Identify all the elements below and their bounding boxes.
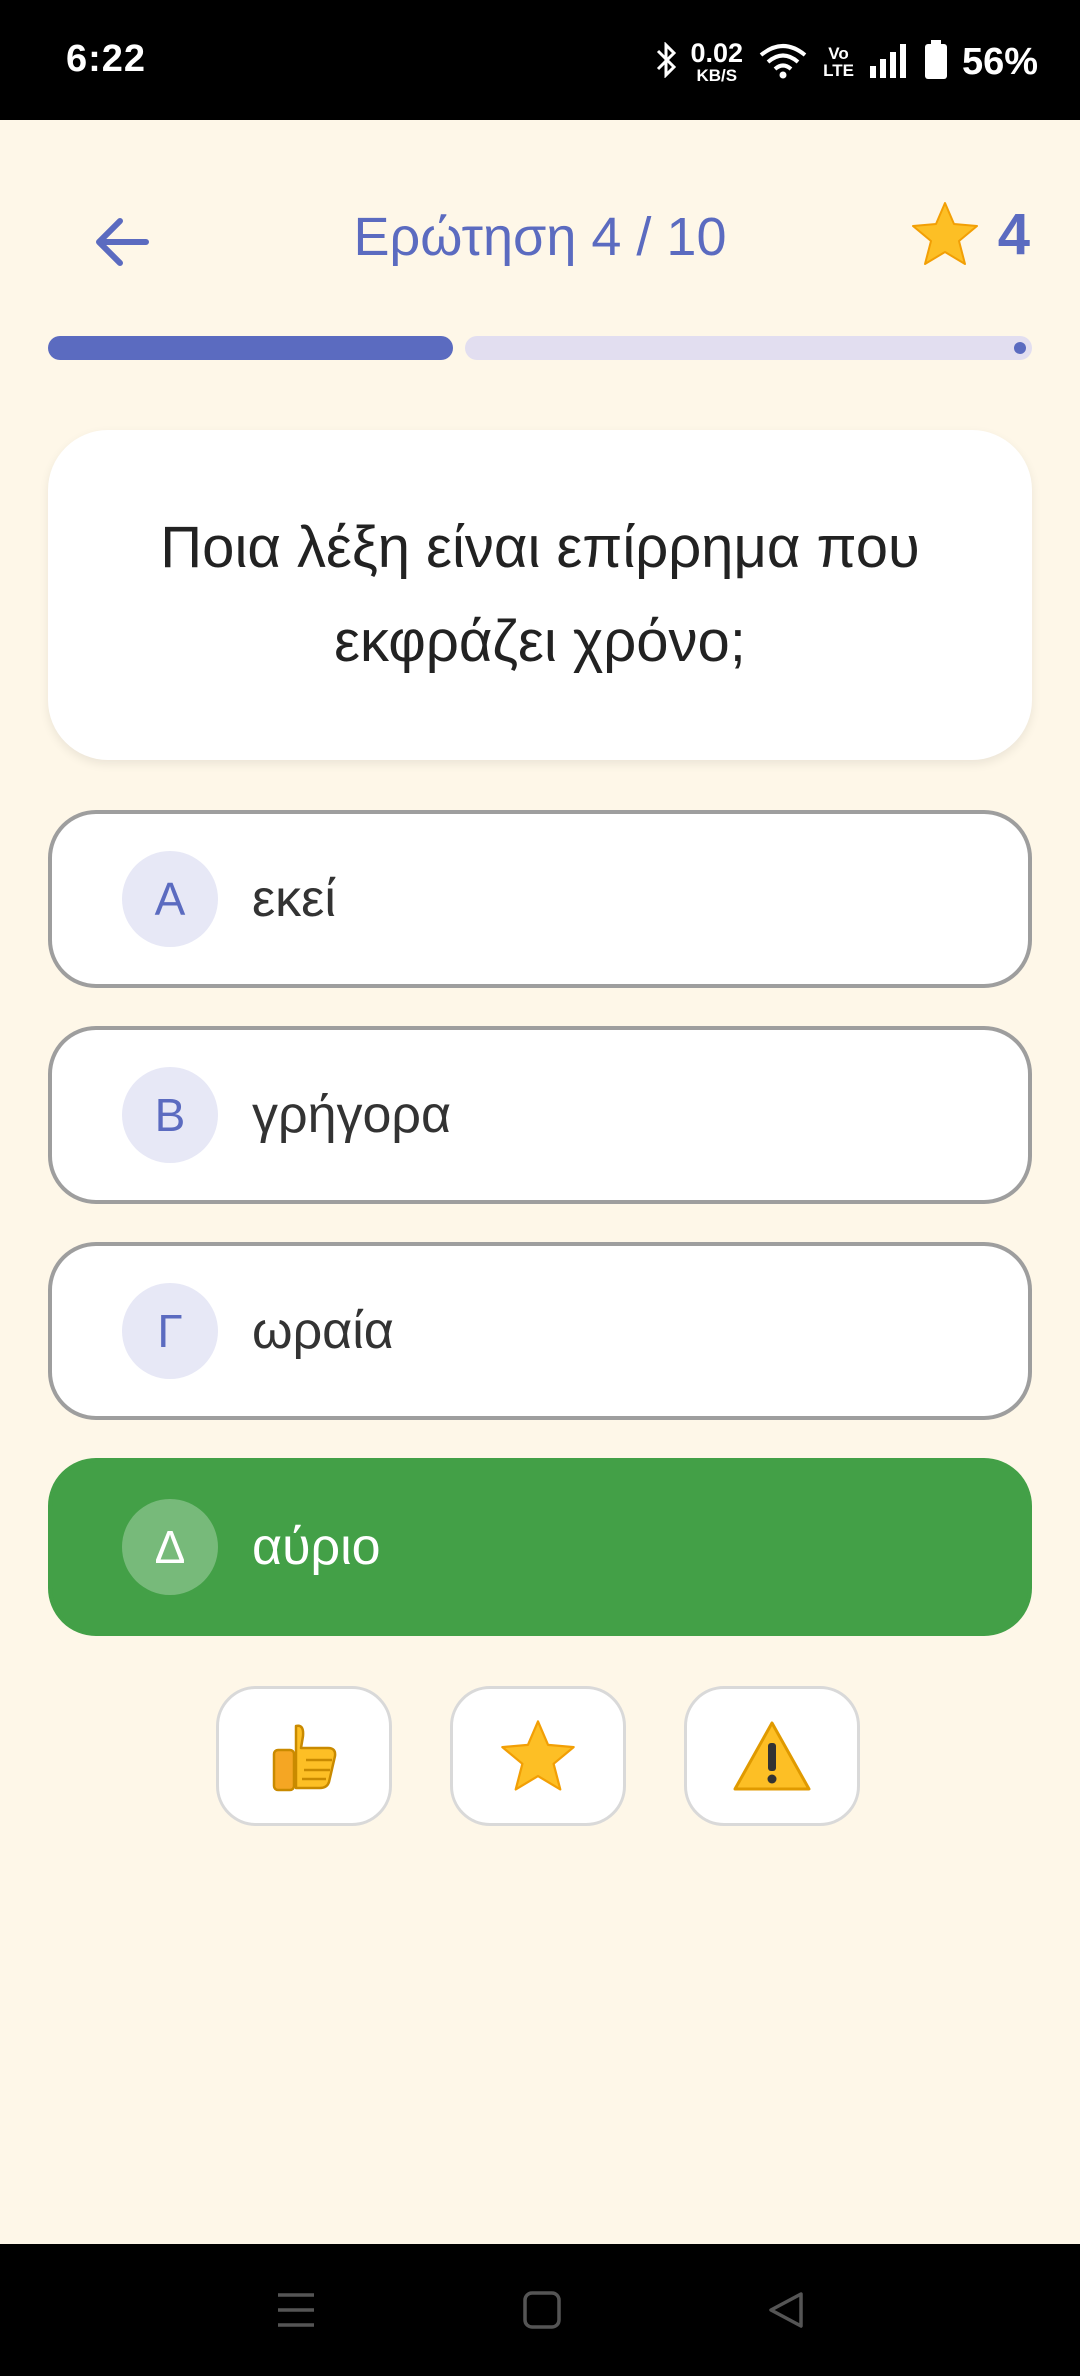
answer-option-g[interactable]: Γ ωραία [48, 1242, 1032, 1420]
menu-icon [278, 2293, 314, 2327]
progress-bar [48, 336, 1032, 360]
report-button[interactable] [684, 1686, 860, 1826]
back-button[interactable] [84, 204, 160, 280]
favorite-button[interactable] [450, 1686, 626, 1826]
option-text: γρήγορα [252, 1086, 452, 1144]
warning-icon [733, 1721, 811, 1791]
like-button[interactable] [216, 1686, 392, 1826]
status-bar: 6:22 0.02 KB/S Vo LTE 56% [0, 0, 1080, 120]
score-value: 4 [997, 201, 1030, 267]
question-counter: Ερώτηση 4 / 10 [353, 207, 727, 267]
progress-fill [48, 336, 453, 360]
star-icon [501, 1720, 575, 1791]
thumbs-up-icon [272, 1724, 337, 1792]
network-speed: 0.02 KB/S [690, 38, 744, 85]
option-letter-badge: Δ [122, 1499, 218, 1595]
option-text: ωραία [252, 1302, 394, 1360]
wifi-icon [757, 41, 809, 84]
system-nav-bar [0, 2244, 1080, 2376]
status-time: 6:22 [66, 38, 147, 80]
option-letter-badge: Γ [122, 1283, 218, 1379]
home-button[interactable] [510, 2280, 574, 2340]
menu-button[interactable] [264, 2280, 328, 2340]
question-card: Ποια λέξη είναι επίρρημα που εκφράζει χρ… [48, 430, 1032, 760]
battery-icon [924, 39, 948, 85]
system-back-button[interactable] [754, 2280, 818, 2340]
home-square-icon [523, 2291, 561, 2329]
star-icon [911, 202, 978, 265]
option-letter-badge: Β [122, 1067, 218, 1163]
status-icons: 0.02 KB/S Vo LTE 56% [655, 34, 1038, 90]
question-text: Ποια λέξη είναι επίρρημα που εκφράζει χρ… [160, 515, 920, 674]
option-text: αύριο [252, 1518, 381, 1576]
progress-end-dot [1014, 342, 1026, 354]
volte-indicator: Vo LTE [823, 44, 854, 80]
answer-option-d[interactable]: Δ αύριο [48, 1458, 1032, 1636]
score-display: 4 [910, 200, 1030, 268]
answer-option-b[interactable]: Β γρήγορα [48, 1026, 1032, 1204]
option-text: εκεί [252, 870, 336, 928]
answer-option-a[interactable]: Α εκεί [48, 810, 1032, 988]
signal-icon [868, 42, 910, 83]
option-letter-badge: Α [122, 851, 218, 947]
battery-percent: 56% [961, 40, 1038, 83]
progress-remaining [465, 336, 1032, 360]
bluetooth-icon [655, 40, 677, 83]
triangle-back-icon [769, 2292, 803, 2328]
arrow-left-icon [96, 218, 149, 266]
